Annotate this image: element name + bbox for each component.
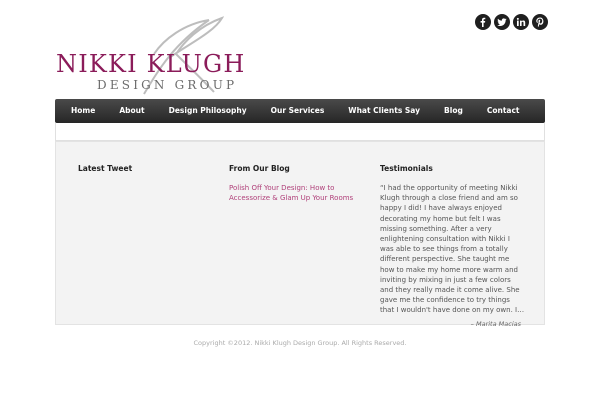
nav-design-philosophy[interactable]: Design Philosophy: [157, 99, 259, 123]
latest-tweet-title: Latest Tweet: [78, 164, 133, 173]
testimonial-quote: “I had the opportunity of meeting Nikki …: [380, 184, 525, 315]
blog-widget-title: From Our Blog: [229, 164, 290, 173]
linkedin-icon[interactable]: [513, 14, 529, 30]
footer-widgets: Latest Tweet From Our Blog Polish Off Yo…: [55, 141, 545, 328]
pinterest-icon[interactable]: [532, 14, 548, 30]
copyright-text: Copyright ©2012. Nikki Klugh Design Grou…: [193, 339, 407, 347]
facebook-icon[interactable]: [475, 14, 491, 30]
nav-our-services[interactable]: Our Services: [259, 99, 337, 123]
nav-about[interactable]: About: [107, 99, 156, 123]
testimonial-author: – Marita Macias: [470, 319, 521, 328]
main-nav: Home About Design Philosophy Our Service…: [55, 99, 545, 123]
latest-tweet-widget: Latest Tweet: [78, 164, 208, 173]
blog-widget: From Our Blog Polish Off Your Design: Ho…: [229, 164, 369, 203]
twitter-icon[interactable]: [494, 14, 510, 30]
testimonials-title: Testimonials: [380, 164, 433, 173]
logo-name: NIKKI KLUGH: [56, 50, 246, 78]
nav-contact[interactable]: Contact: [475, 99, 532, 123]
nav-home[interactable]: Home: [55, 99, 107, 123]
nav-blog[interactable]: Blog: [432, 99, 475, 123]
social-links: [475, 14, 548, 30]
testimonials-widget: Testimonials “I had the opportunity of m…: [380, 164, 525, 328]
nav-what-clients-say[interactable]: What Clients Say: [336, 99, 432, 123]
content-strip: [55, 123, 545, 141]
logo-subtitle: DESIGN GROUP: [97, 78, 238, 92]
blog-post-link[interactable]: Polish Off Your Design: How to Accessori…: [229, 183, 369, 203]
site-logo[interactable]: NIKKI KLUGH DESIGN GROUP: [52, 14, 287, 96]
